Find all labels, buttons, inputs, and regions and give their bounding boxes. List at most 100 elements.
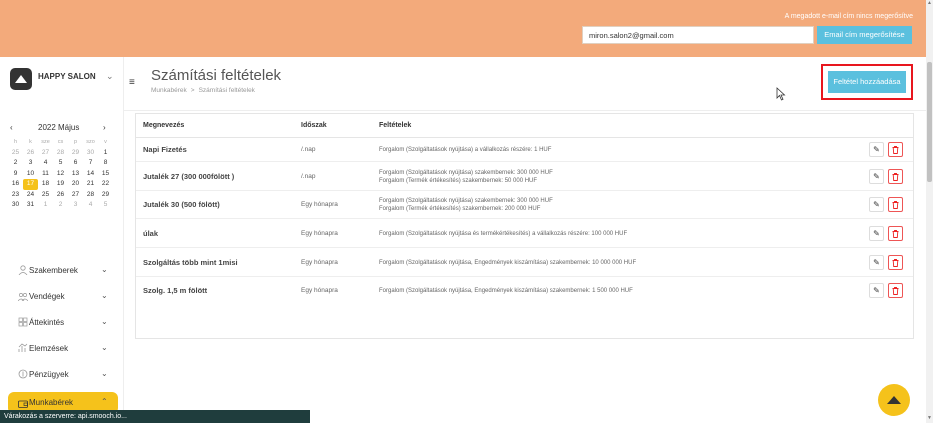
delete-button[interactable] [888, 197, 903, 212]
row-period: /.nap [301, 172, 316, 180]
calendar-day[interactable]: 4 [38, 158, 53, 169]
calendar-day[interactable]: 7 [83, 158, 98, 169]
calendar-day[interactable]: 6 [68, 158, 83, 169]
salon-selector[interactable]: HAPPY SALON ⌄ [10, 67, 120, 91]
page-scrollbar[interactable]: ▲ ▼ [926, 0, 933, 423]
calendar-day[interactable]: 28 [53, 148, 68, 159]
conditions-table: Megnevezés Időszak Feltételek Napi Fizet… [135, 113, 914, 339]
calendar-weekday: v [104, 139, 107, 145]
calendar-day[interactable]: 13 [68, 169, 83, 180]
nav-item-elemzesek[interactable]: Elemzések ⌄ [8, 336, 118, 362]
row-period: Egy hónapra [301, 287, 338, 294]
row-name: Napi Fizetés [143, 145, 187, 154]
calendar-week: 23 24 25 26 27 28 29 [8, 190, 118, 201]
delete-button[interactable] [888, 142, 903, 157]
calendar-day[interactable]: 24 [23, 190, 38, 201]
calendar-week: 25 26 27 28 29 30 1 [8, 148, 118, 159]
edit-button[interactable]: ✎ [869, 168, 884, 184]
calendar-weekday: k [29, 139, 32, 145]
trash-icon [892, 201, 899, 209]
chat-logo-icon [887, 396, 901, 404]
nav-item-szakemberek[interactable]: Szakemberek ⌄ [8, 258, 118, 284]
add-condition-button[interactable]: Feltétel hozzáadása [828, 71, 906, 93]
scrollbar-thumb[interactable] [927, 62, 932, 182]
calendar-day-selected[interactable]: 17 [23, 179, 38, 190]
table-row: Szolg. 1,5 m fölött Egy hónapra Forgalom (… [136, 277, 913, 305]
delete-button[interactable] [888, 168, 903, 184]
calendar-day[interactable]: 14 [83, 169, 98, 180]
calendar-day[interactable]: 18 [38, 179, 53, 190]
calendar-day[interactable]: 23 [8, 190, 23, 201]
calendar-day[interactable]: 25 [38, 190, 53, 201]
pencil-icon: ✎ [873, 257, 880, 267]
nav-item-penzugyek[interactable]: Pénzügyek ⌄ [8, 362, 118, 388]
verify-email-button[interactable]: Email cím megerősítése [817, 26, 912, 44]
pencil-icon: ✎ [873, 228, 880, 238]
calendar-day[interactable]: 10 [23, 169, 38, 180]
calendar-day[interactable]: 25 [8, 148, 23, 159]
calendar-prev-button[interactable]: ‹ [10, 123, 13, 132]
calendar-day[interactable]: 4 [83, 200, 98, 211]
edit-button[interactable]: ✎ [869, 197, 884, 212]
chevron-down-icon: ⌄ [101, 317, 108, 326]
hamburger-menu-icon[interactable]: ≡ [129, 77, 135, 88]
calendar-day[interactable]: 26 [23, 148, 38, 159]
calendar-day[interactable]: 20 [68, 179, 83, 190]
calendar-day[interactable]: 3 [68, 200, 83, 211]
calendar-day[interactable]: 3 [23, 158, 38, 169]
calendar-day[interactable]: 5 [53, 158, 68, 169]
calendar-day[interactable]: 29 [68, 148, 83, 159]
calendar-day[interactable]: 26 [53, 190, 68, 201]
calendar-day[interactable]: 5 [98, 200, 113, 211]
calendar-next-button[interactable]: › [103, 123, 106, 132]
calendar-day[interactable]: 2 [53, 200, 68, 211]
condition-line: Forgalom (Szolgáltatások nyújtása, Enged… [379, 259, 637, 266]
row-conditions: Forgalom (Szolgáltatások nyújtása) szake… [379, 197, 553, 213]
row-name: Szolg. 1,5 m fölött [143, 286, 208, 295]
calendar-day[interactable]: 16 [8, 179, 23, 190]
calendar-day[interactable]: 9 [8, 169, 23, 180]
calendar-day[interactable]: 1 [98, 148, 113, 159]
calendar-week: 30 31 1 2 3 4 5 [8, 200, 118, 211]
calendar-day[interactable]: 12 [53, 169, 68, 180]
edit-button[interactable]: ✎ [869, 142, 884, 157]
scroll-down-icon[interactable]: ▼ [927, 415, 932, 421]
calendar-day[interactable]: 31 [23, 200, 38, 211]
condition-line: Forgalom (Szolgáltatások nyújtása) szake… [379, 198, 553, 204]
calendar-day[interactable]: 11 [38, 169, 53, 180]
row-period: /.nap [301, 146, 316, 153]
edit-button[interactable]: ✎ [869, 254, 884, 270]
condition-line: Forgalom (Szolgáltatások nyújtása) a vál… [379, 147, 552, 153]
calendar-day[interactable]: 21 [83, 179, 98, 190]
calendar-day[interactable]: 2 [8, 158, 23, 169]
calendar-day[interactable]: 19 [53, 179, 68, 190]
calendar-day[interactable]: 15 [98, 169, 113, 180]
condition-line: Forgalom (Szolgáltatások nyújtása és ter… [379, 230, 628, 237]
delete-button[interactable] [888, 283, 903, 298]
nav-item-label: Áttekintés [29, 318, 65, 327]
calendar-month-title: 2022 Május [38, 123, 80, 132]
calendar-day[interactable]: 30 [8, 200, 23, 211]
delete-button[interactable] [888, 225, 903, 241]
breadcrumb-current: Számítási feltételek [198, 87, 255, 94]
calendar-day[interactable]: 27 [38, 148, 53, 159]
edit-button[interactable]: ✎ [869, 283, 884, 298]
calendar-week: 9 10 11 12 13 14 15 [8, 169, 118, 180]
calendar-day[interactable]: 30 [83, 148, 98, 159]
calendar-day[interactable]: 29 [98, 190, 113, 201]
nav-item-vendegek[interactable]: Vendégek ⌄ [8, 284, 118, 310]
breadcrumb-link-munkaberek[interactable]: Munkabérek [151, 87, 187, 94]
nav-item-label: Pénzügyek [29, 370, 69, 379]
nav-item-attekintes[interactable]: Áttekintés ⌄ [8, 310, 118, 336]
calendar-day[interactable]: 1 [38, 200, 53, 211]
calendar-day[interactable]: 27 [68, 190, 83, 201]
chart-icon [18, 343, 28, 352]
edit-button[interactable]: ✎ [869, 225, 884, 241]
calendar-day[interactable]: 28 [83, 190, 98, 201]
chat-launcher-button[interactable] [878, 384, 910, 416]
calendar-day[interactable]: 8 [98, 158, 113, 169]
calendar-day[interactable]: 22 [98, 179, 113, 190]
delete-button[interactable] [888, 254, 903, 270]
email-field[interactable] [582, 26, 814, 44]
scroll-up-icon[interactable]: ▲ [927, 0, 932, 6]
